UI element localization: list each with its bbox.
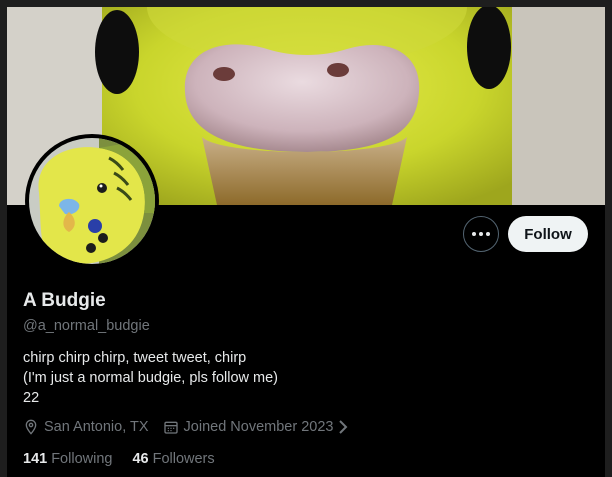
joined-text: Joined November 2023 <box>183 419 334 435</box>
following-link[interactable]: 141 Following <box>23 451 112 467</box>
following-count: 141 <box>23 451 48 467</box>
location-text: San Antonio, TX <box>44 419 149 435</box>
followers-label: Followers <box>152 451 215 467</box>
joined-date-item[interactable]: Joined November 2023 <box>163 419 355 435</box>
more-horizontal-icon <box>472 232 490 236</box>
profile-page: Follow A Budgie @a_normal_budgie chirp c… <box>7 7 605 477</box>
more-options-button[interactable] <box>463 216 499 252</box>
profile-bio: chirp chirp chirp, tweet tweet, chirp (I… <box>23 350 279 406</box>
location-item: San Antonio, TX <box>23 419 149 435</box>
user-handle: @a_normal_budgie <box>23 318 150 334</box>
profile-avatar[interactable] <box>25 134 159 268</box>
chevron-right-icon <box>339 420 348 434</box>
location-pin-icon <box>25 419 37 435</box>
followers-count: 46 <box>132 451 149 467</box>
display-name: A Budgie <box>23 290 106 311</box>
followers-link[interactable]: 46 Followers <box>132 451 214 467</box>
follow-stats: 141 Following 46 Followers <box>23 451 215 467</box>
following-label: Following <box>51 451 113 467</box>
follow-button[interactable]: Follow <box>508 216 588 252</box>
profile-meta: San Antonio, TX Joined November 2023 <box>23 419 354 435</box>
calendar-icon <box>163 421 178 434</box>
